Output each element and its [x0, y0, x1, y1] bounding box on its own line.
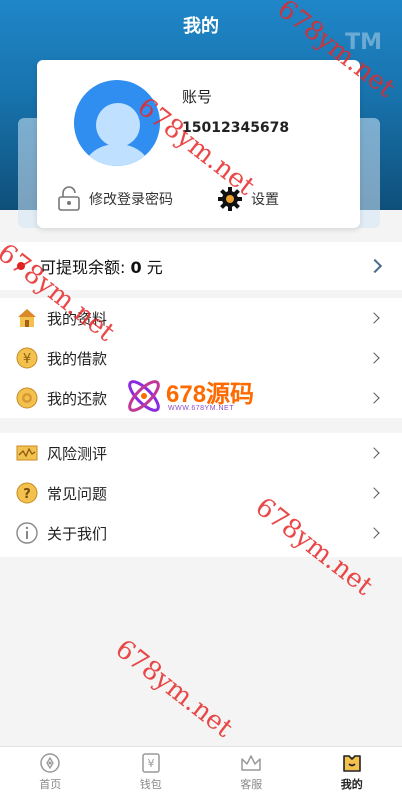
account-label: 账号	[182, 88, 213, 106]
settings-label: 设置	[251, 192, 279, 208]
svg-text:¥: ¥	[147, 757, 154, 770]
balance-prefix: 可提现余额:	[40, 258, 131, 277]
menu-item-faq[interactable]: ? 常见问题	[0, 473, 402, 513]
wallet-icon: ¥	[142, 753, 160, 773]
menu-item-label: 常见问题	[47, 484, 108, 503]
chevron-right-icon	[368, 487, 380, 499]
chevron-right-icon	[368, 447, 380, 459]
chevron-right-icon	[368, 312, 380, 324]
tab-label: 钱包	[139, 778, 162, 791]
page-title: 我的	[183, 16, 219, 37]
coin-icon	[16, 387, 38, 409]
change-password-button[interactable]: 修改登录密码	[57, 184, 173, 214]
avatar-head-icon	[96, 103, 140, 147]
menu-group-account: 我的资料 ¥ 我的借款 我的还款	[0, 298, 402, 418]
withdrawable-balance-row[interactable]: 可提现余额: 0 元	[0, 242, 402, 290]
tm-mark: TM	[345, 30, 382, 55]
svg-text:?: ?	[23, 487, 31, 502]
menu-item-my-repayments[interactable]: 我的还款	[0, 378, 402, 418]
tab-mine[interactable]: 我的	[302, 747, 402, 794]
menu-item-my-loans[interactable]: ¥ 我的借款	[0, 338, 402, 378]
balance-amount: 0	[130, 258, 142, 277]
menu-item-label: 我的还款	[47, 389, 108, 408]
menu-item-risk-assessment[interactable]: 风险测评	[0, 433, 402, 473]
risk-chart-icon	[16, 445, 38, 461]
crown-service-icon	[241, 755, 261, 771]
avatar-body-icon	[84, 144, 150, 166]
tab-label: 首页	[39, 778, 62, 791]
change-password-label: 修改登录密码	[89, 192, 173, 208]
avatar[interactable]	[74, 80, 160, 166]
menu-item-label: 关于我们	[47, 524, 108, 543]
account-phone: 15012345678	[182, 120, 290, 136]
balance-unit: 元	[141, 258, 163, 277]
chevron-right-icon	[368, 527, 380, 539]
profile-icon	[342, 755, 361, 772]
yuan-coin-icon: ¥	[16, 347, 38, 369]
info-icon	[16, 522, 38, 544]
tab-home[interactable]: 首页	[0, 747, 101, 794]
menu-item-about-us[interactable]: 关于我们	[0, 513, 402, 553]
menu-item-label: 风险测评	[47, 444, 108, 463]
profile-card: 账号 15012345678 修改登录密码 设置	[37, 60, 360, 228]
chevron-right-icon	[368, 392, 380, 404]
watermark-text: 678ym.net	[109, 634, 239, 744]
settings-button[interactable]: 设置	[217, 184, 279, 214]
red-dot-icon	[17, 262, 25, 270]
balance-text: 可提现余额: 0 元	[40, 254, 163, 278]
lock-icon	[58, 186, 80, 211]
bottom-tab-bar: 首页 ¥ 钱包 客服 我的	[0, 746, 402, 794]
tab-customer-service[interactable]: 客服	[201, 747, 302, 794]
svg-text:¥: ¥	[23, 352, 31, 367]
tab-label: 我的	[340, 778, 363, 791]
house-icon	[18, 309, 36, 327]
menu-item-label: 我的借款	[47, 349, 108, 368]
tab-wallet[interactable]: ¥ 钱包	[101, 747, 202, 794]
question-icon: ?	[16, 482, 38, 504]
tab-label: 客服	[240, 778, 263, 791]
menu-item-my-profile[interactable]: 我的资料	[0, 298, 402, 338]
chevron-right-icon	[368, 352, 380, 364]
menu-item-label: 我的资料	[47, 309, 108, 328]
chevron-right-icon	[367, 258, 383, 274]
home-compass-icon	[40, 753, 60, 773]
menu-group-info: 风险测评 ? 常见问题 关于我们	[0, 433, 402, 557]
gear-icon	[218, 187, 242, 211]
